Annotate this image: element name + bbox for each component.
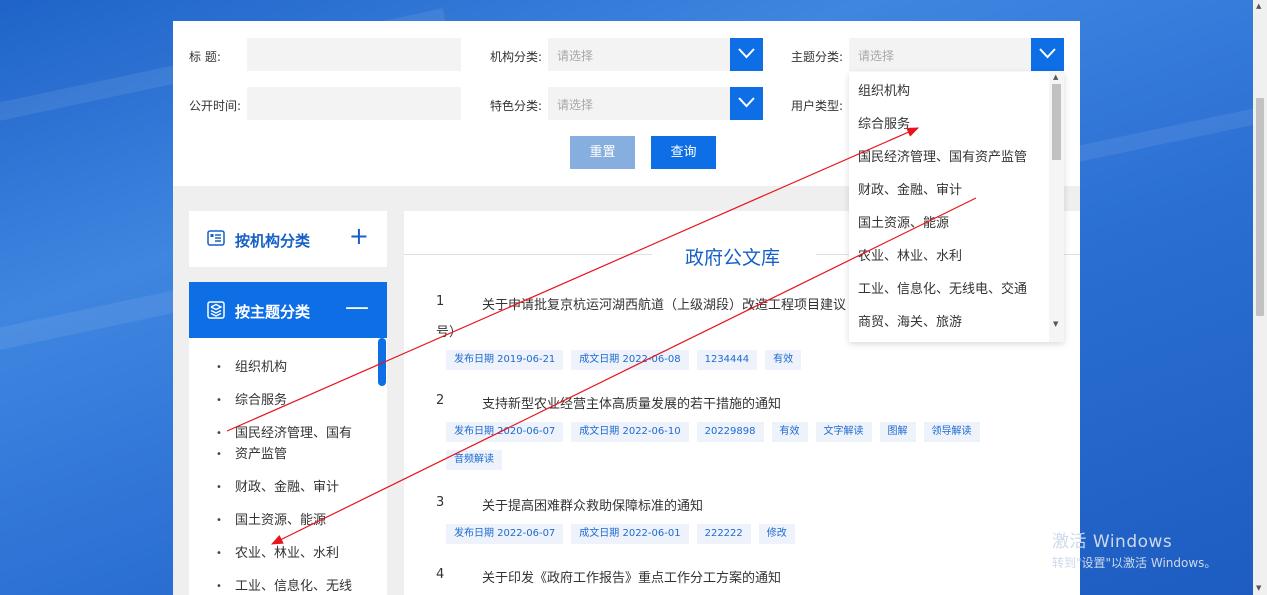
written-date-tag: 成文日期 2022-06-08 [571, 350, 689, 370]
by-org-header[interactable]: 按机构分类 + [189, 211, 387, 267]
sidebar-item-agri[interactable]: 农业、林业、水利 [216, 543, 339, 564]
scroll-up-icon[interactable]: ▲ [1256, 2, 1261, 10]
dropdown-option[interactable]: 商贸、海关、旅游 [858, 311, 962, 330]
dropdown-scrollbar[interactable]: ▲ ▼ [1049, 72, 1064, 342]
sidebar-item-economy[interactable]: 国民经济管理、国有 [216, 423, 352, 444]
feature-label: 特色分类: [490, 99, 543, 113]
org-placeholder: 请选择 [557, 49, 594, 63]
title-label: 标 题: [189, 50, 221, 64]
page-scroll-thumb[interactable] [1256, 98, 1264, 316]
written-date-tag: 成文日期 2022-06-10 [571, 422, 689, 442]
sidebar-item-org[interactable]: 组织机构 [216, 357, 287, 378]
sidebar-item-land[interactable]: 国土资源、能源 [216, 510, 326, 531]
layers-icon [207, 301, 225, 322]
chevron-down-icon[interactable] [1031, 38, 1064, 71]
doc-number: 1 [436, 294, 445, 309]
dropdown-option[interactable]: 农业、林业、水利 [858, 245, 962, 264]
doc-list-icon [207, 230, 225, 249]
publish-date-tag: 发布日期 2022-06-07 [446, 524, 564, 544]
topic-placeholder: 请选择 [858, 49, 895, 63]
feature-select[interactable]: 请选择 [548, 87, 763, 120]
sidebar-item-service[interactable]: 综合服务 [216, 390, 287, 411]
audio-interpret-tag[interactable]: 音频解读 [446, 450, 502, 470]
status-tag: 有效 [771, 422, 808, 442]
title-input[interactable] [247, 38, 461, 71]
publish-date-tag: 发布日期 2019-06-21 [446, 350, 564, 370]
doc-title-link[interactable]: 关于提高困难群众救助保障标准的通知 [482, 495, 703, 514]
feature-placeholder: 请选择 [557, 98, 594, 112]
leader-interpret-tag[interactable]: 领导解读 [923, 422, 980, 442]
scroll-down-icon[interactable]: ▼ [1053, 320, 1058, 328]
watermark-line2: 转到"设置"以激活 Windows。 [1052, 556, 1217, 570]
sidebar-item-industry[interactable]: 工业、信息化、无线 [216, 576, 352, 595]
status-tag: 修改 [758, 524, 795, 544]
doc-title-link[interactable]: 关于申请批复京杭运河湖西航道（上级湖段）改造工程项目建议 [482, 294, 846, 313]
doc-number: 2 [436, 393, 445, 408]
watermark-line1: 激活 Windows [1052, 532, 1173, 552]
status-tag: 有效 [765, 350, 802, 370]
windows-activation-watermark: 激活 Windows 转到"设置"以激活 Windows。 [1052, 527, 1216, 571]
sublist-scrollbar[interactable] [378, 338, 386, 386]
user-type-label: 用户类型: [791, 99, 844, 113]
doc-title-link[interactable]: 支持新型农业经营主体高质量发展的若干措施的通知 [482, 393, 781, 412]
dropdown-option[interactable]: 国民经济管理、国有资产监管 [858, 146, 1027, 165]
scroll-down-icon[interactable]: ▼ [1256, 584, 1261, 592]
doc-title-link[interactable]: 关于印发《政府工作报告》重点工作分工方案的通知 [482, 567, 781, 586]
dropdown-scroll-thumb[interactable] [1052, 84, 1061, 160]
doc-code-tag: 1234444 [696, 350, 758, 370]
org-select[interactable]: 请选择 [548, 38, 763, 71]
topic-sublist: 组织机构 综合服务 国民经济管理、国有 资产监管 财政、金融、审计 国土资源、能… [189, 338, 387, 595]
chevron-down-icon[interactable] [730, 38, 763, 71]
dropdown-option[interactable]: 工业、信息化、无线电、交通 [858, 278, 1027, 297]
category-sidebar: 按机构分类 + 按主题分类 — 组织机构 综合服务 国民经济管理、国有 资产监管… [189, 211, 387, 595]
library-title: 政府公文库 [685, 247, 781, 269]
topic-label: 主题分类: [791, 50, 844, 64]
doc-tags: 发布日期 2020-06-07 成文日期 2022-06-10 20229898… [446, 422, 986, 470]
publish-time-input[interactable] [247, 87, 461, 120]
title-divider [404, 254, 652, 255]
dropdown-option[interactable]: 组织机构 [858, 80, 910, 99]
doc-code-tag: 20229898 [696, 422, 764, 442]
topic-dropdown-list: 组织机构 综合服务 国民经济管理、国有资产监管 财政、金融、审计 国土资源、能源… [849, 72, 1064, 342]
dropdown-option[interactable]: 财政、金融、审计 [858, 179, 962, 198]
doc-tags: 发布日期 2022-06-07 成文日期 2022-06-01 222222 修… [446, 524, 1006, 544]
collapse-minus-icon[interactable]: — [345, 294, 369, 320]
doc-number: 3 [436, 495, 445, 510]
sidebar-item-finance[interactable]: 财政、金融、审计 [216, 477, 339, 498]
expand-plus-icon[interactable]: + [349, 223, 369, 249]
query-button[interactable]: 查询 [651, 136, 716, 169]
org-label: 机构分类: [490, 50, 543, 64]
reset-button[interactable]: 重置 [570, 136, 635, 169]
doc-code-tag: 222222 [696, 524, 751, 544]
by-topic-label: 按主题分类 [235, 303, 311, 321]
chevron-down-icon[interactable] [730, 87, 763, 120]
scroll-up-icon[interactable]: ▲ [1053, 73, 1058, 81]
doc-number: 4 [436, 567, 445, 582]
text-interpret-tag[interactable]: 文字解读 [815, 422, 872, 442]
page-scrollbar[interactable]: ▲ ▼ [1253, 0, 1267, 595]
doc-title-cont[interactable]: 号） [436, 321, 462, 340]
topic-select[interactable]: 请选择 [849, 38, 1064, 71]
publish-date-tag: 发布日期 2020-06-07 [446, 422, 564, 442]
illustration-tag[interactable]: 图解 [879, 422, 916, 442]
by-org-label: 按机构分类 [235, 232, 311, 250]
doc-tags: 发布日期 2019-06-21 成文日期 2022-06-08 1234444 … [446, 350, 1006, 370]
sidebar-item-economy-cont[interactable]: 资产监管 [216, 444, 287, 465]
by-topic-header[interactable]: 按主题分类 — [189, 282, 387, 338]
dropdown-option[interactable]: 国土资源、能源 [858, 212, 949, 231]
publish-time-label: 公开时间: [189, 99, 242, 113]
written-date-tag: 成文日期 2022-06-01 [571, 524, 689, 544]
dropdown-option[interactable]: 综合服务 [858, 113, 910, 132]
